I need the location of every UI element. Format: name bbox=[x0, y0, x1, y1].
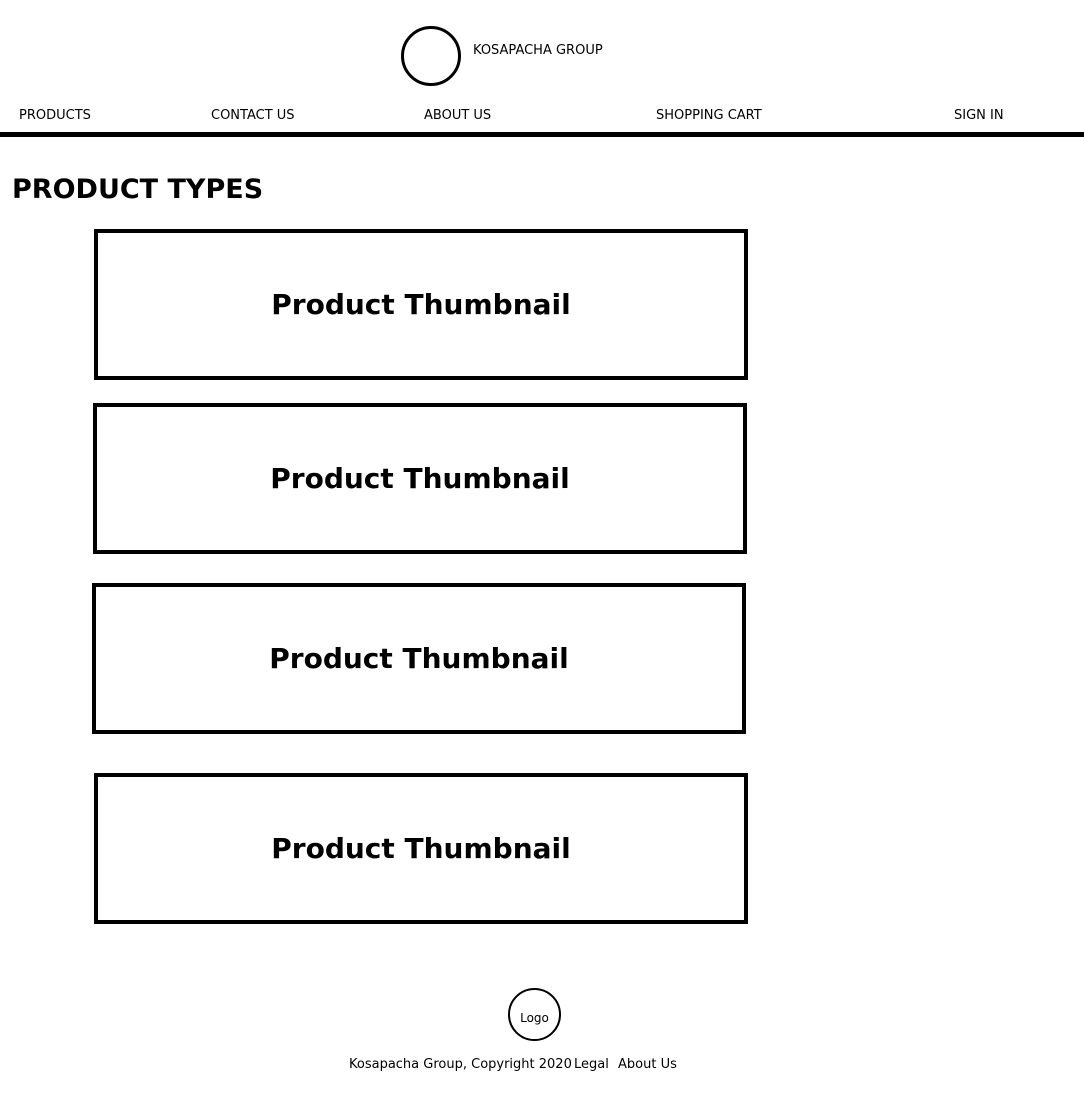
nav-about-us[interactable]: ABOUT US bbox=[424, 109, 491, 123]
nav-contact-us[interactable]: CONTACT US bbox=[211, 109, 295, 123]
footer-logo-label: Logo bbox=[520, 1010, 549, 1025]
brand-name: KOSAPACHA GROUP bbox=[473, 43, 603, 58]
product-thumbnail-1[interactable]: Product Thumbnail bbox=[94, 229, 748, 380]
page-title: PRODUCT TYPES bbox=[12, 174, 264, 205]
nav-shopping-cart[interactable]: SHOPPING CART bbox=[656, 109, 762, 123]
footer-logo-icon[interactable]: Logo bbox=[508, 988, 561, 1041]
nav-sign-in[interactable]: SIGN IN bbox=[954, 109, 1004, 123]
product-thumbnail-label: Product Thumbnail bbox=[269, 642, 569, 675]
product-thumbnail-3[interactable]: Product Thumbnail bbox=[92, 583, 746, 734]
header-divider bbox=[0, 132, 1084, 137]
product-thumbnail-label: Product Thumbnail bbox=[270, 462, 570, 495]
product-thumbnail-2[interactable]: Product Thumbnail bbox=[93, 403, 747, 554]
product-thumbnail-4[interactable]: Product Thumbnail bbox=[94, 773, 748, 924]
product-thumbnail-label: Product Thumbnail bbox=[271, 832, 571, 865]
product-thumbnail-label: Product Thumbnail bbox=[271, 288, 571, 321]
nav-products[interactable]: PRODUCTS bbox=[19, 109, 91, 123]
footer-copyright: Kosapacha Group, Copyright 2020 bbox=[349, 1057, 572, 1072]
footer-legal-link[interactable]: Legal bbox=[574, 1057, 609, 1072]
footer-about-us-link[interactable]: About Us bbox=[618, 1057, 677, 1072]
brand-logo-icon[interactable] bbox=[401, 26, 461, 86]
